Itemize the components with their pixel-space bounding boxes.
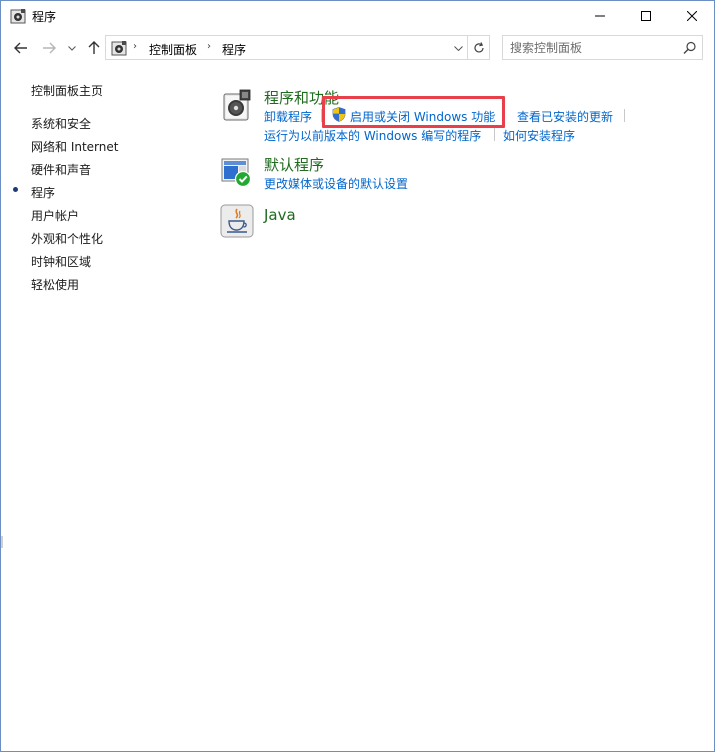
sidebar-item-hardware-sound[interactable]: 硬件和声音 <box>31 161 91 178</box>
chevron-down-icon <box>453 45 463 51</box>
window-resize-edge[interactable] <box>1 536 3 548</box>
minimize-button[interactable] <box>577 1 623 31</box>
sidebar-item-user-accounts[interactable]: 用户帐户 <box>31 207 79 224</box>
category-title-java[interactable]: Java <box>264 206 296 224</box>
arrow-left-icon <box>14 42 27 54</box>
sidebar-item-clock-region[interactable]: 时钟和区域 <box>31 253 91 270</box>
refresh-icon <box>473 41 484 52</box>
link-uninstall-program[interactable]: 卸载程序 <box>264 108 312 125</box>
breadcrumb-separator[interactable]: › <box>207 41 211 52</box>
maximize-icon <box>641 11 651 21</box>
close-icon <box>687 11 697 21</box>
default-programs-icon[interactable] <box>220 155 254 189</box>
sidebar-item-ease-of-access[interactable]: 轻松使用 <box>31 276 79 293</box>
address-toolbar: › 控制面板 › 程序 <box>1 35 714 61</box>
title-bar: 程序 <box>1 1 714 31</box>
arrow-right-icon <box>43 42 56 54</box>
category-title-default-programs[interactable]: 默认程序 <box>264 154 324 175</box>
back-button[interactable] <box>12 38 30 58</box>
link-how-to-install[interactable]: 如何安装程序 <box>503 127 575 144</box>
java-icon[interactable] <box>220 204 254 238</box>
link-change-media-defaults[interactable]: 更改媒体或设备的默认设置 <box>264 175 408 192</box>
control-panel-programs-icon <box>10 9 26 24</box>
link-separator <box>624 109 625 122</box>
link-run-older-programs[interactable]: 运行为以前版本的 Windows 编写的程序 <box>264 127 481 144</box>
sidebar-item-network[interactable]: 网络和 Internet <box>31 138 118 155</box>
highlight-box <box>322 96 505 128</box>
current-item-bullet <box>13 187 18 192</box>
programs-and-features-icon[interactable] <box>220 88 254 122</box>
address-bar[interactable]: › 控制面板 › 程序 <box>105 35 468 60</box>
breadcrumb-control-panel[interactable]: 控制面板 <box>149 41 197 58</box>
chevron-down-icon <box>68 45 76 51</box>
sidebar-item-appearance[interactable]: 外观和个性化 <box>31 230 103 247</box>
minimize-icon <box>595 15 605 17</box>
link-separator <box>494 128 495 141</box>
sidebar-item-system-security[interactable]: 系统和安全 <box>31 115 91 132</box>
up-button[interactable] <box>85 38 103 58</box>
sidebar-item-home[interactable]: 控制面板主页 <box>31 82 103 99</box>
sidebar-item-programs: 程序 <box>31 186 56 200</box>
address-dropdown-button[interactable] <box>451 40 465 56</box>
control-panel-programs-icon <box>111 41 127 56</box>
search-input[interactable] <box>510 40 680 56</box>
window-title: 程序 <box>32 10 57 24</box>
link-view-installed-updates[interactable]: 查看已安装的更新 <box>517 108 613 125</box>
maximize-button[interactable] <box>623 1 669 31</box>
breadcrumb-separator[interactable]: › <box>133 41 137 52</box>
recent-locations-button[interactable] <box>65 38 79 58</box>
control-panel-window: 程序 › 控制面板 › 程序 搜索控制面板 控制面板主页 系统和安全 网络和 I… <box>0 0 715 752</box>
arrow-up-icon <box>88 41 100 54</box>
close-button[interactable] <box>669 1 715 31</box>
refresh-button[interactable] <box>468 35 490 60</box>
forward-button[interactable] <box>40 38 58 58</box>
search-icon[interactable] <box>683 41 697 55</box>
breadcrumb-programs[interactable]: 程序 <box>222 41 246 58</box>
search-box[interactable] <box>502 35 703 60</box>
